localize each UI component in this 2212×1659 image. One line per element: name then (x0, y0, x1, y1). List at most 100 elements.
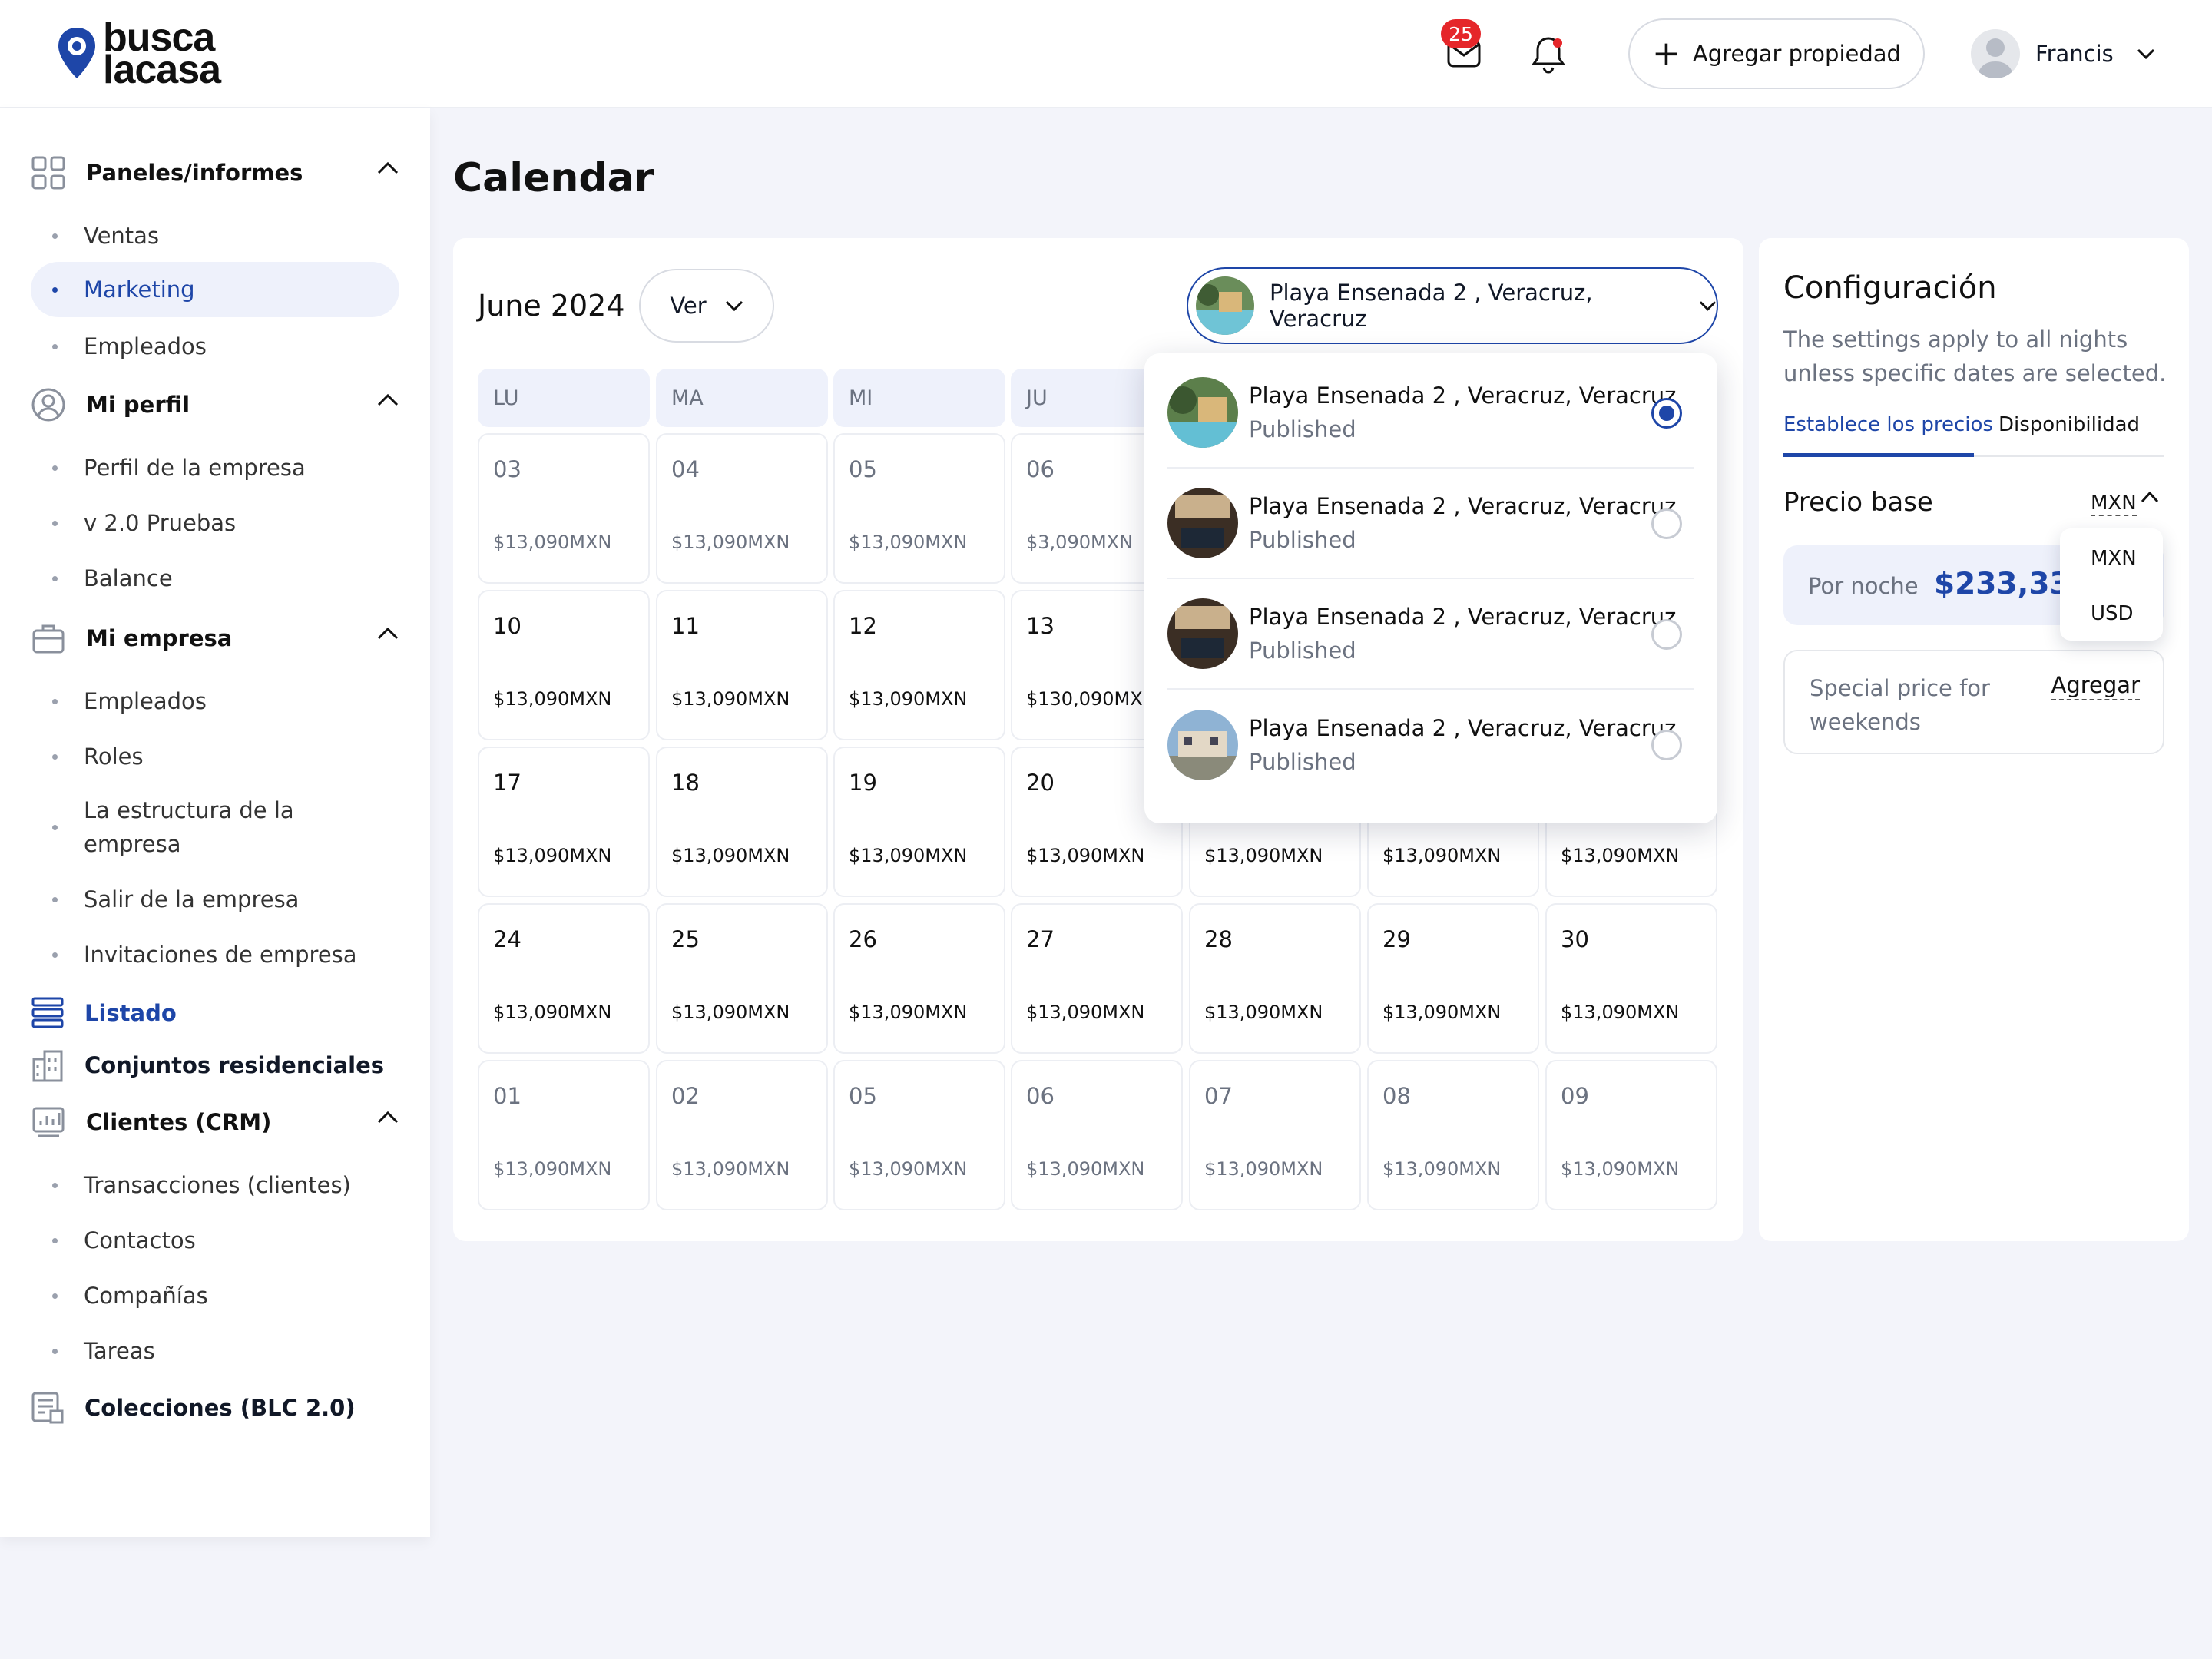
sidebar-item-listado[interactable]: Listado (31, 996, 177, 1030)
calendar-day-cell[interactable]: 27 $13,090MXN (1011, 903, 1183, 1054)
property-option[interactable]: Playa Ensenada 2 , Veracruz, Veracruz Pu… (1167, 579, 1694, 690)
avatar (1971, 29, 2020, 78)
sidebar-item-tasks[interactable]: Tareas (31, 1330, 399, 1373)
crm-chart-icon (31, 1104, 66, 1140)
sidebar-section-company[interactable]: Mi empresa (31, 615, 399, 661)
calendar-day-cell[interactable]: 29 $13,090MXN (1367, 903, 1539, 1054)
calendar-day-cell[interactable]: 12 $13,090MXN (833, 590, 1005, 740)
currency-option-mxn[interactable]: MXN (2091, 547, 2137, 570)
day-price: $13,090MXN (671, 531, 790, 553)
property-option[interactable]: Playa Ensenada 2 , Veracruz, Veracruz Pu… (1167, 469, 1694, 579)
calendar-day-cell[interactable]: 03 $13,090MXN (478, 433, 650, 584)
day-number: 24 (493, 926, 522, 952)
calendar-day-cell[interactable]: 05 $13,090MXN (833, 1060, 1005, 1210)
property-option-name: Playa Ensenada 2 , Veracruz, Veracruz (1249, 382, 1677, 409)
calendar-day-cell[interactable]: 28 $13,090MXN (1189, 903, 1361, 1054)
chevron-up-icon[interactable] (2140, 490, 2160, 504)
calendar-day-cell[interactable]: 07 $13,090MXN (1189, 1060, 1361, 1210)
currency-select[interactable]: MXN (2091, 492, 2137, 516)
sidebar-section-label: Mi empresa (86, 625, 233, 651)
page-title: Calendar (453, 155, 654, 201)
sidebar-item-structure[interactable]: La estructura de la empresa (31, 792, 399, 863)
radio-button[interactable] (1651, 730, 1682, 760)
sidebar-item-empleados-2[interactable]: Empleados (31, 680, 399, 723)
sidebar-item-companies[interactable]: Compañías (31, 1274, 399, 1317)
calendar-day-cell[interactable]: 11 $13,090MXN (656, 590, 828, 740)
property-option[interactable]: Playa Ensenada 2 , Veracruz, Veracruz Pu… (1167, 690, 1694, 800)
day-header: LU (478, 369, 650, 427)
calendar-day-cell[interactable]: 08 $13,090MXN (1367, 1060, 1539, 1210)
chevron-up-icon[interactable] (376, 161, 399, 176)
calendar-day-cell[interactable]: 10 $13,090MXN (478, 590, 650, 740)
bell-icon[interactable] (1528, 32, 1568, 75)
sidebar-item-contacts[interactable]: Contactos (31, 1219, 399, 1262)
tab-set-prices[interactable]: Establece los precios (1783, 413, 1993, 436)
day-number: 11 (671, 613, 700, 639)
calendar-day-cell[interactable]: 17 $13,090MXN (478, 747, 650, 897)
sidebar-section-crm[interactable]: Clientes (CRM) (31, 1099, 399, 1145)
add-special-price-button[interactable]: Agregar (2051, 671, 2140, 700)
chevron-up-icon[interactable] (376, 392, 399, 408)
sidebar-section-panels[interactable]: Paneles/informes (31, 150, 399, 196)
calendar-day-cell[interactable]: 24 $13,090MXN (478, 903, 650, 1054)
calendar-day-cell[interactable]: 09 $13,090MXN (1545, 1060, 1717, 1210)
sidebar-item-label: Listado (84, 1000, 177, 1026)
bullet-icon (52, 1182, 58, 1188)
tab-availability[interactable]: Disponibilidad (1998, 413, 2140, 436)
radio-button[interactable] (1651, 508, 1682, 539)
property-option-text: Playa Ensenada 2 , Veracruz, Veracruz Pu… (1249, 715, 1676, 775)
calendar-day-cell[interactable]: 25 $13,090MXN (656, 903, 828, 1054)
calendar-day-cell[interactable]: 26 $13,090MXN (833, 903, 1005, 1054)
sidebar-section-label: Paneles/informes (86, 160, 303, 186)
radio-button[interactable] (1651, 619, 1682, 650)
user-menu[interactable]: Francis (1971, 29, 2155, 78)
sidebar-item-label: Transacciones (clientes) (84, 1172, 351, 1198)
sidebar-item-empleados[interactable]: Empleados (31, 325, 399, 368)
day-price: $13,090MXN (493, 1002, 612, 1023)
sidebar-item-roles[interactable]: Roles (31, 735, 399, 778)
sidebar-item-label: Ventas (84, 223, 160, 249)
day-price: $13,090MXN (671, 1002, 790, 1023)
property-thumbnail (1167, 598, 1238, 669)
sidebar-item-transactions[interactable]: Transacciones (clientes) (31, 1164, 399, 1207)
calendar-day-cell[interactable]: 05 $13,090MXN (833, 433, 1005, 584)
calendar-day-cell[interactable]: 18 $13,090MXN (656, 747, 828, 897)
property-option-status: Published (1249, 416, 1356, 442)
chevron-up-icon[interactable] (376, 626, 399, 641)
day-price: $13,090MXN (1561, 1158, 1680, 1180)
calendar-day-cell[interactable]: 02 $13,090MXN (656, 1060, 828, 1210)
calendar-day-cell[interactable]: 04 $13,090MXN (656, 433, 828, 584)
sidebar-item-label: v 2.0 Pruebas (84, 510, 237, 536)
calendar-day-cell[interactable]: 01 $13,090MXN (478, 1060, 650, 1210)
sidebar-item-ventas[interactable]: Ventas (31, 214, 399, 257)
day-number: 26 (849, 926, 877, 952)
bullet-icon (52, 233, 58, 239)
calendar-day-cell[interactable]: 19 $13,090MXN (833, 747, 1005, 897)
calendar-day-cell[interactable]: 30 $13,090MXN (1545, 903, 1717, 1054)
sidebar-section-profile[interactable]: Mi perfil (31, 382, 399, 428)
sidebar-item-balance[interactable]: Balance (31, 557, 399, 600)
brand-line-2: lacasa (103, 48, 221, 92)
view-dropdown[interactable]: Ver (639, 269, 774, 343)
sidebar-item-invitations[interactable]: Invitaciones de empresa (31, 933, 399, 976)
radio-button-selected[interactable] (1651, 398, 1682, 429)
sidebar-item-colecciones[interactable]: Colecciones (BLC 2.0) (31, 1391, 356, 1425)
map-pin-icon (58, 28, 95, 78)
day-price: $13,090MXN (671, 1158, 790, 1180)
sidebar-item-v2-pruebas[interactable]: v 2.0 Pruebas (31, 502, 399, 545)
currency-option-usd[interactable]: USD (2091, 602, 2134, 625)
property-selector[interactable]: Playa Ensenada 2 , Veracruz, Veracruz (1187, 267, 1718, 344)
chevron-up-icon[interactable] (376, 1110, 399, 1125)
day-number: 19 (849, 770, 877, 796)
add-property-button[interactable]: + Agregar propiedad (1628, 18, 1925, 89)
calendar-day-cell[interactable]: 06 $13,090MXN (1011, 1060, 1183, 1210)
sidebar-item-conjuntos[interactable]: Conjuntos residenciales (31, 1048, 384, 1082)
sidebar-item-company-profile[interactable]: Perfil de la empresa (31, 446, 399, 489)
day-number: 10 (493, 613, 522, 639)
day-price: $13,090MXN (1026, 1158, 1145, 1180)
property-option[interactable]: Playa Ensenada 2 , Veracruz, Veracruz Pu… (1167, 358, 1694, 469)
sidebar-item-marketing[interactable]: Marketing (31, 262, 399, 317)
day-price: $13,090MXN (1561, 845, 1680, 866)
sidebar-item-leave-company[interactable]: Salir de la empresa (31, 878, 399, 921)
brand-logo[interactable]: busca lacasa (55, 18, 221, 92)
